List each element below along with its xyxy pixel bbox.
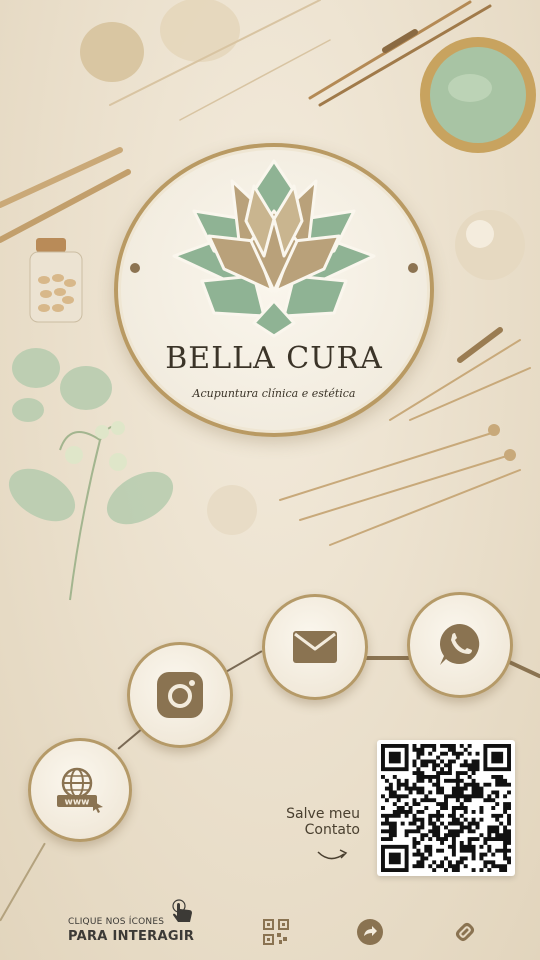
footer-hint-line2: PARA INTERAGIR bbox=[68, 929, 195, 944]
brand-tagline: Acupuntura clínica e estética bbox=[192, 387, 356, 400]
brand-name: BELLA CURA bbox=[165, 341, 383, 376]
business-card-page: BELLA CURA Acupuntura clínica e estética… bbox=[0, 0, 540, 960]
save-contact-label: Salve meu Contato bbox=[260, 806, 360, 838]
connector-email-whatsapp bbox=[362, 656, 410, 660]
share-arrow-icon bbox=[357, 919, 383, 945]
footer-share-button[interactable] bbox=[354, 916, 386, 948]
website-button[interactable]: www bbox=[28, 738, 132, 842]
whatsapp-icon bbox=[440, 624, 480, 665]
qr-modules bbox=[381, 744, 511, 872]
svg-text:www: www bbox=[65, 798, 90, 808]
connector-instagram-email bbox=[223, 650, 263, 674]
logo-pin-right bbox=[408, 263, 418, 273]
footer-qr-button[interactable] bbox=[260, 916, 292, 948]
save-contact-line2: Contato bbox=[304, 822, 360, 838]
instagram-button[interactable] bbox=[127, 642, 233, 748]
logo-pin-left bbox=[130, 263, 140, 273]
qr-code-image bbox=[381, 744, 511, 872]
envelope-icon bbox=[293, 631, 337, 663]
footer-link-button[interactable] bbox=[449, 916, 481, 948]
contact-qr-code[interactable] bbox=[377, 740, 515, 876]
lotus-flower-icon bbox=[172, 159, 376, 338]
decor-stem bbox=[0, 842, 46, 922]
globe-www-icon: www bbox=[57, 767, 103, 813]
instagram-icon bbox=[157, 672, 203, 718]
email-button[interactable] bbox=[262, 594, 368, 700]
tap-hand-icon bbox=[172, 899, 192, 922]
curved-arrow-icon bbox=[317, 849, 348, 860]
qr-code-icon bbox=[263, 919, 289, 945]
save-contact-line1: Salve meu bbox=[286, 806, 360, 822]
whatsapp-button[interactable] bbox=[407, 592, 513, 698]
brand-logo: BELLA CURA Acupuntura clínica e estética bbox=[114, 143, 434, 437]
link-icon bbox=[456, 923, 474, 941]
